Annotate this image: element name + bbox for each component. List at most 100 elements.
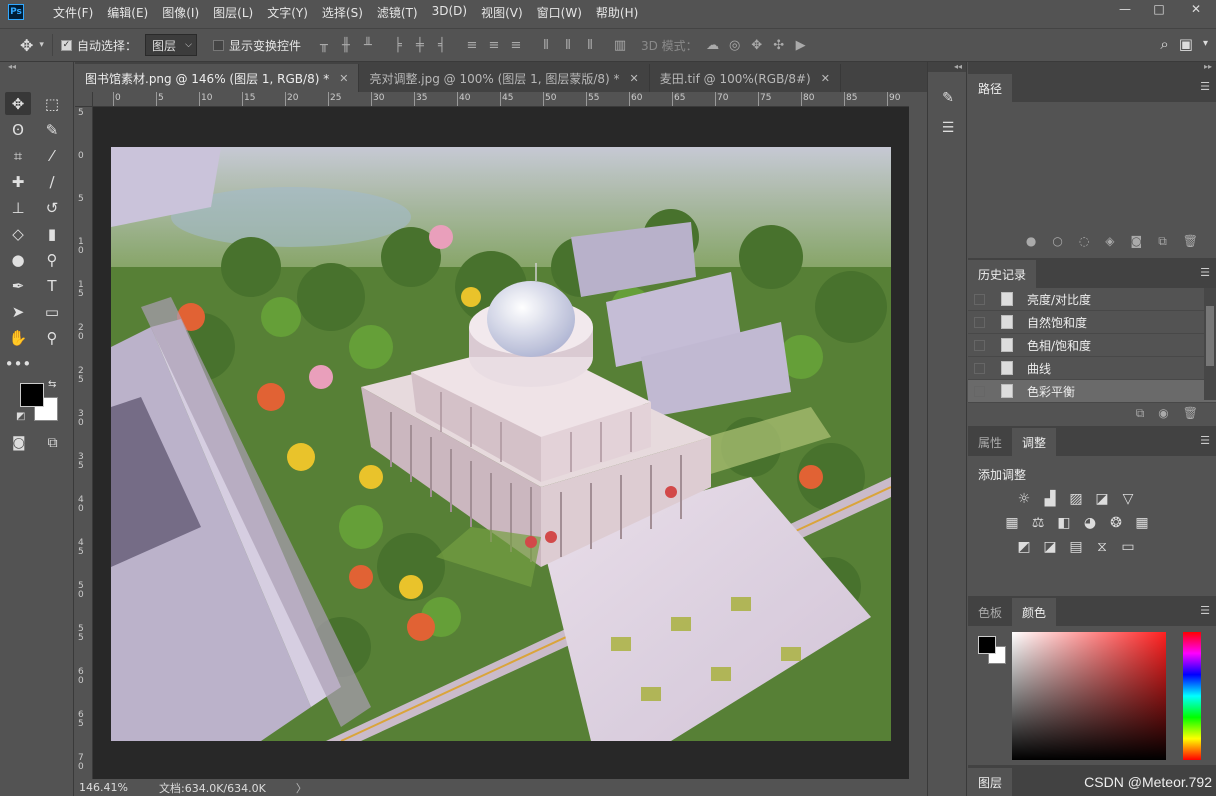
tab-properties[interactable]: 属性 [968,428,1012,456]
vertical-scrollbar[interactable] [909,92,927,779]
3d-scale-icon[interactable]: ▶ [790,34,812,56]
align-right-icon[interactable]: ╡ [431,34,453,56]
history-item[interactable]: 色相/饱和度 [968,334,1216,357]
photo-filter-icon[interactable]: ◕ [1082,515,1098,531]
history-source-checkbox[interactable] [974,362,985,374]
levels-icon[interactable]: ▟ [1042,491,1058,507]
tab-color[interactable]: 颜色 [1012,598,1057,626]
fill-path-icon[interactable]: ● [1026,234,1036,248]
load-selection-icon[interactable]: ◌ [1079,234,1089,248]
history-source-checkbox[interactable] [974,339,985,351]
blur-tool-icon[interactable]: ● [5,248,31,271]
lasso-tool-icon[interactable]: ʘ [5,118,31,141]
align-vcenter-icon[interactable]: ╫ [335,34,357,56]
history-source-checkbox[interactable] [974,385,985,397]
foreground-color-swatch[interactable] [978,636,996,654]
vibrance-icon[interactable]: ▽ [1120,491,1136,507]
crop-tool-icon[interactable]: ⌗ [5,144,31,167]
dodge-tool-icon[interactable]: ⚲ [39,248,65,271]
tab-document-3[interactable]: 麦田.tif @ 100%(RGB/8#) ✕ [649,64,841,92]
invert-icon[interactable]: ◩ [1016,539,1032,555]
collapse-icon[interactable]: ◂◂ [928,62,966,72]
distribute-vcenter-icon[interactable]: ≡ [483,34,505,56]
zoom-level[interactable]: 146.41% [79,781,159,794]
menu-file[interactable]: 文件(F) [46,4,100,21]
tab-paths[interactable]: 路径 [968,74,1013,102]
screen-mode-icon[interactable]: ⧉ [48,435,58,451]
trash-icon[interactable]: 🗑 [1183,234,1198,248]
panel-menu-icon[interactable]: ☰ [1200,434,1210,447]
color-picker-field[interactable] [1012,632,1166,760]
healing-brush-tool-icon[interactable]: ✚ [5,170,31,193]
history-brush-tool-icon[interactable]: ↺ [39,196,65,219]
swap-colors-icon[interactable]: ⇆ [48,379,56,390]
distribute-right-icon[interactable]: ⦀ [579,34,601,56]
quick-select-tool-icon[interactable]: ✎ [39,118,65,141]
distribute-bottom-icon[interactable]: ≡ [505,34,527,56]
maximize-button[interactable]: □ [1142,0,1176,18]
hue-saturation-icon[interactable]: ▦ [1004,515,1020,531]
close-icon[interactable]: ✕ [339,72,348,85]
distribute-left-icon[interactable]: ⦀ [535,34,557,56]
scrollbar-thumb[interactable] [1206,306,1214,366]
menu-type[interactable]: 文字(Y) [260,4,315,21]
marquee-tool-icon[interactable]: ⬚ [39,92,65,115]
align-bottom-icon[interactable]: ╨ [357,34,379,56]
path-select-tool-icon[interactable]: ➤ [5,300,31,323]
tool-preset-chevron-down-icon[interactable]: ▾ [39,40,44,50]
tab-document-2[interactable]: 亮对调整.jpg @ 100% (图层 1, 图层蒙版/8) * ✕ [359,64,650,92]
menu-select[interactable]: 选择(S) [315,4,370,21]
color-balance-icon[interactable]: ⚖ [1030,515,1046,531]
workspace-icon[interactable]: ▣ [1179,35,1193,53]
threshold-icon[interactable]: ▤ [1068,539,1084,555]
tab-adjustments[interactable]: 调整 [1012,428,1057,456]
new-path-icon[interactable]: ⧉ [1158,234,1167,249]
brush-tool-icon[interactable]: ∕ [39,170,65,193]
posterize-icon[interactable]: ◪ [1042,539,1058,555]
expand-icon[interactable]: ▸▸ [968,62,1216,72]
horizontal-ruler[interactable]: 0 5 10 15 20 25 30 35 40 45 50 55 60 65 70 75 80 85 90 [93,92,909,107]
gradient-tool-icon[interactable]: ▮ [39,222,65,245]
menu-help[interactable]: 帮助(H) [589,4,645,21]
clone-stamp-tool-icon[interactable]: ⊥ [5,196,31,219]
trash-icon[interactable]: 🗑 [1183,406,1198,420]
menu-window[interactable]: 窗口(W) [530,4,589,21]
tab-document-1[interactable]: 图书馆素材.png @ 146% (图层 1, RGB/8) * ✕ [75,64,360,92]
panel-menu-icon[interactable]: ☰ [1200,604,1210,617]
history-item[interactable]: 自然饱和度 [968,311,1216,334]
move-tool-icon[interactable]: ✥ [20,36,33,55]
canvas-area[interactable] [93,107,909,779]
panel-menu-icon[interactable]: ☰ [1200,80,1210,93]
history-source-checkbox[interactable] [974,293,985,305]
menu-image[interactable]: 图像(I) [155,4,206,21]
black-white-icon[interactable]: ◧ [1056,515,1072,531]
vertical-ruler[interactable]: 5 0 5 1 0 1 5 2 0 2 5 3 0 3 5 4 0 4 5 5 0 5 5 6 0 6 5 7… [75,107,93,779]
menu-view[interactable]: 视图(V) [474,4,530,21]
edit-toolbar-icon[interactable]: ••• [5,352,32,375]
exposure-icon[interactable]: ◪ [1094,491,1110,507]
menu-edit[interactable]: 编辑(E) [100,4,155,21]
move-tool-icon[interactable]: ✥ [5,92,31,115]
3d-roll-icon[interactable]: ◎ [724,34,746,56]
close-button[interactable]: ✕ [1176,0,1216,18]
close-icon[interactable]: ✕ [630,72,639,85]
ruler-origin[interactable] [75,92,93,107]
show-transform-checkbox[interactable] [212,39,224,51]
tab-layers[interactable]: 图层 [968,768,1013,796]
menu-filter[interactable]: 滤镜(T) [370,4,425,21]
status-menu-chevron-icon[interactable]: 〉 [296,780,307,796]
tab-history[interactable]: 历史记录 [968,260,1037,288]
make-work-path-icon[interactable]: ◈ [1105,234,1114,248]
workspace-chevron-down-icon[interactable]: ▾ [1203,38,1208,53]
eyedropper-tool-icon[interactable]: ⁄ [39,144,65,167]
3d-slide-icon[interactable]: ✣ [768,34,790,56]
auto-align-icon[interactable]: ▥ [609,34,631,56]
color-lookup-icon[interactable]: ▦ [1134,515,1150,531]
auto-select-checkbox[interactable]: ✓ [60,39,72,51]
collapse-icon[interactable]: ◂◂ [0,62,73,72]
rectangle-tool-icon[interactable]: ▭ [39,300,65,323]
hue-slider[interactable] [1183,632,1201,760]
selective-color-icon[interactable]: ⧖ [1094,539,1110,555]
eraser-tool-icon[interactable]: ◇ [5,222,31,245]
panel-menu-icon[interactable]: ☰ [1200,266,1210,279]
